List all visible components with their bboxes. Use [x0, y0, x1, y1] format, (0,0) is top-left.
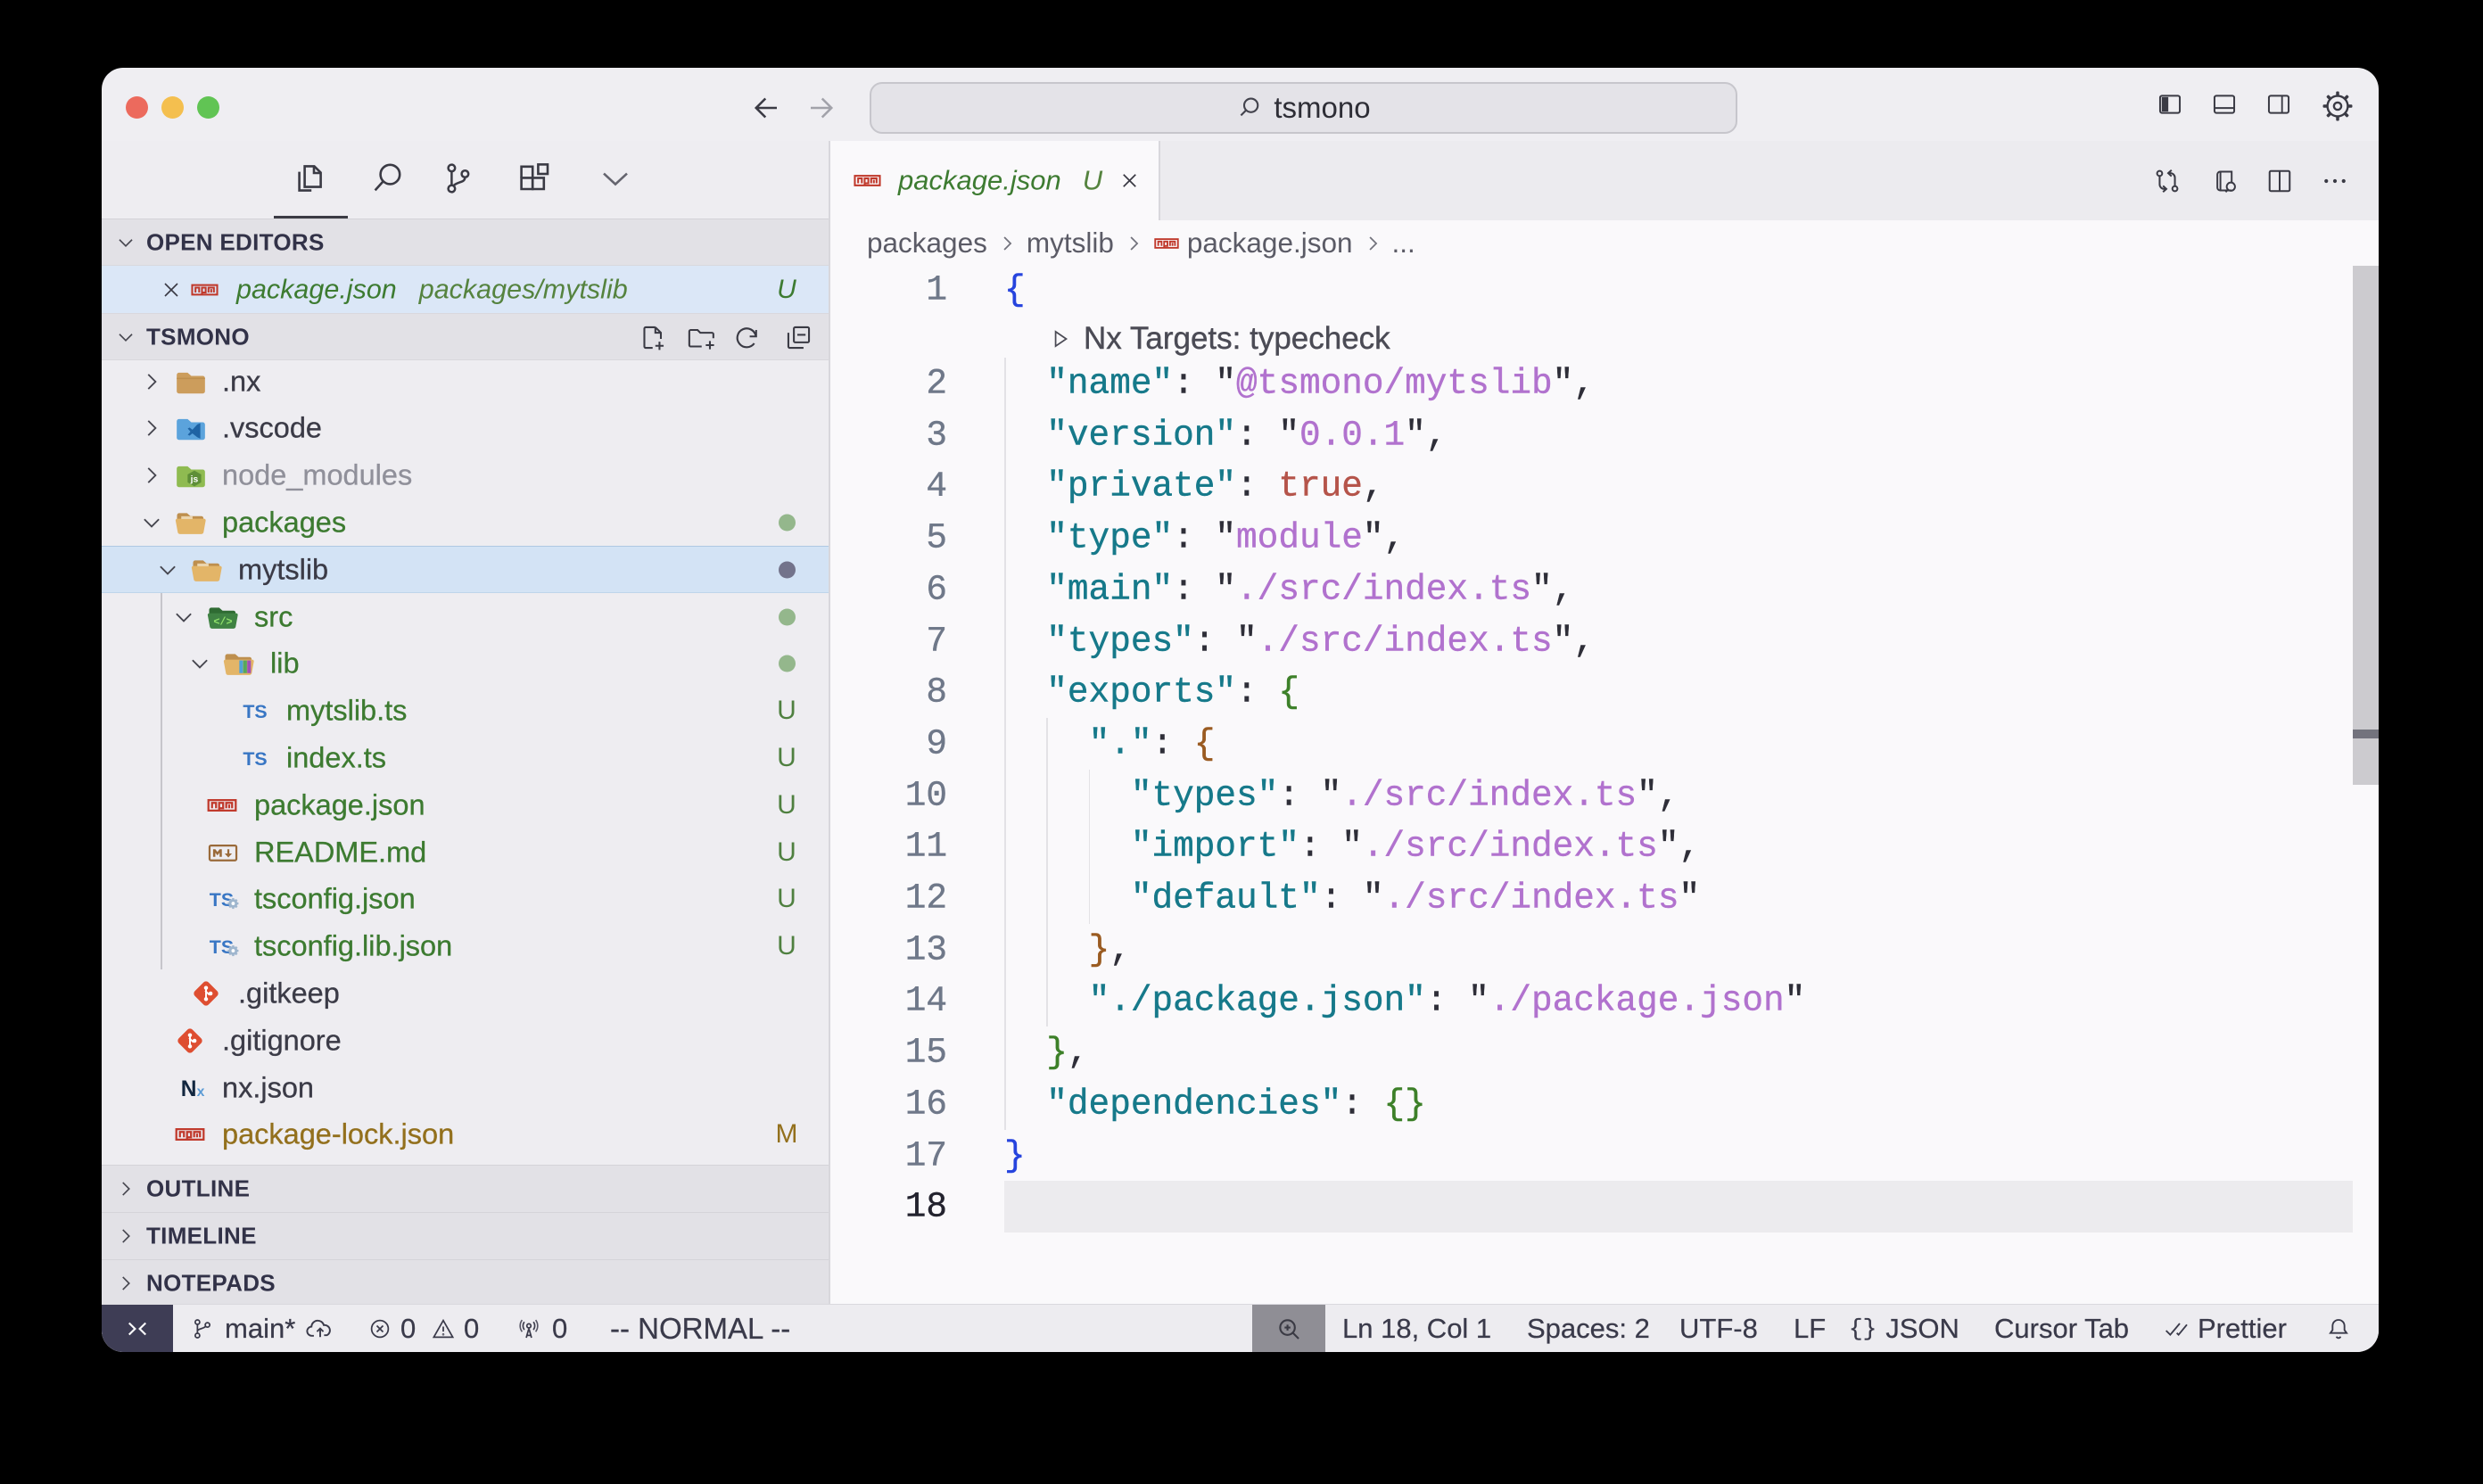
svg-text:TS: TS [243, 748, 267, 770]
svg-text:</>: </> [213, 615, 232, 628]
svg-text:TS: TS [243, 701, 267, 722]
svg-text:N: N [180, 1077, 196, 1101]
svg-text:js: js [189, 475, 198, 485]
svg-text:x: x [196, 1084, 204, 1100]
